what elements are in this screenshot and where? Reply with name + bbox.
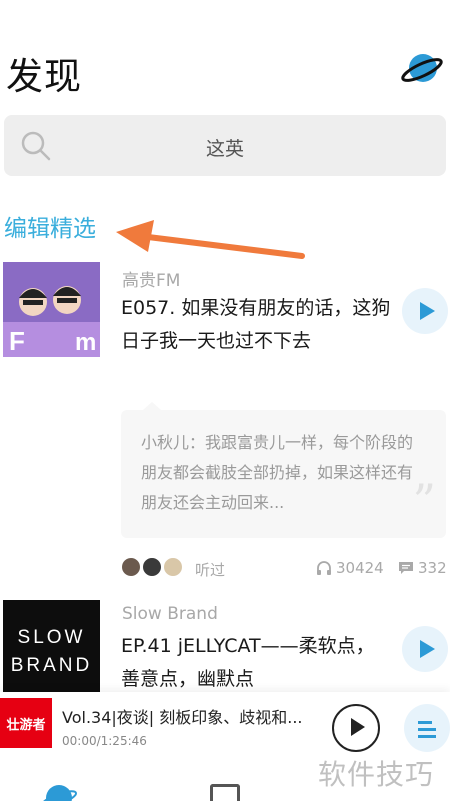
comment-count: 332 [418,559,447,577]
cover-text: BRAND [10,655,93,676]
player-title[interactable]: Vol.34|夜谈| 刻板印象、歧视和... [62,704,322,728]
search-placeholder: 这英 [205,138,244,160]
podcast-card[interactable]: SLOW BRAND Slow Brand EP.41 jELLYCAT——柔软… [0,598,450,698]
podcast-cover: F m [3,262,100,357]
header: 发现 [0,0,450,110]
podcast-cover: SLOW BRAND [3,600,100,695]
comment-icon [399,562,413,574]
avatar[interactable] [121,557,141,577]
listen-count: 30424 [336,559,384,577]
play-button[interactable] [402,288,448,334]
quote-icon: ” [412,474,436,528]
cover-text: SLOW [17,627,86,648]
channel-name[interactable]: 高贵FM [122,266,180,291]
comment-bubble[interactable]: 小秋儿：我跟富贵儿一样，每个阶段的朋友都会截肢全部扔掉，如果这样还有朋友还会主动… [121,402,446,538]
episode-title[interactable]: E057. 如果没有朋友的话，这狗日子我一天也过不下去 [121,292,391,358]
playlist-icon[interactable] [404,704,450,752]
page-title: 发现 [6,55,82,98]
headphones-icon [317,561,331,575]
avatar[interactable] [163,557,183,577]
player-time: 00:00/1:25:46 [62,734,147,748]
tab-discover-icon[interactable] [40,782,78,801]
svg-text:F: F [9,326,25,356]
search-bar[interactable]: 这英 [4,115,446,176]
tab-subscriptions-icon[interactable] [210,784,240,801]
episode-title[interactable]: EP.41 jELLYCAT——柔软点，善意点，幽默点 [121,630,391,696]
heard-label: 听过 [195,561,226,579]
play-button[interactable] [402,626,448,672]
section-title[interactable]: 编辑精选 [4,209,96,243]
mini-player[interactable]: 壮游者 Vol.34|夜谈| 刻板印象、歧视和... 00:00/1:25:46 [0,692,450,754]
watermark: 软件技巧 [318,758,435,791]
planet-icon[interactable] [400,50,444,86]
player-play-button[interactable] [332,704,380,752]
channel-name[interactable]: Slow Brand [122,604,218,624]
svg-text:m: m [75,329,96,356]
comment-text: 小秋儿：我跟富贵儿一样，每个阶段的朋友都会截肢全部扔掉，如果这样还有朋友还会主动… [141,433,414,512]
episode-meta: 听过 30424 332 [121,556,450,580]
avatar[interactable] [142,557,162,577]
player-thumbnail[interactable]: 壮游者 [0,698,52,748]
